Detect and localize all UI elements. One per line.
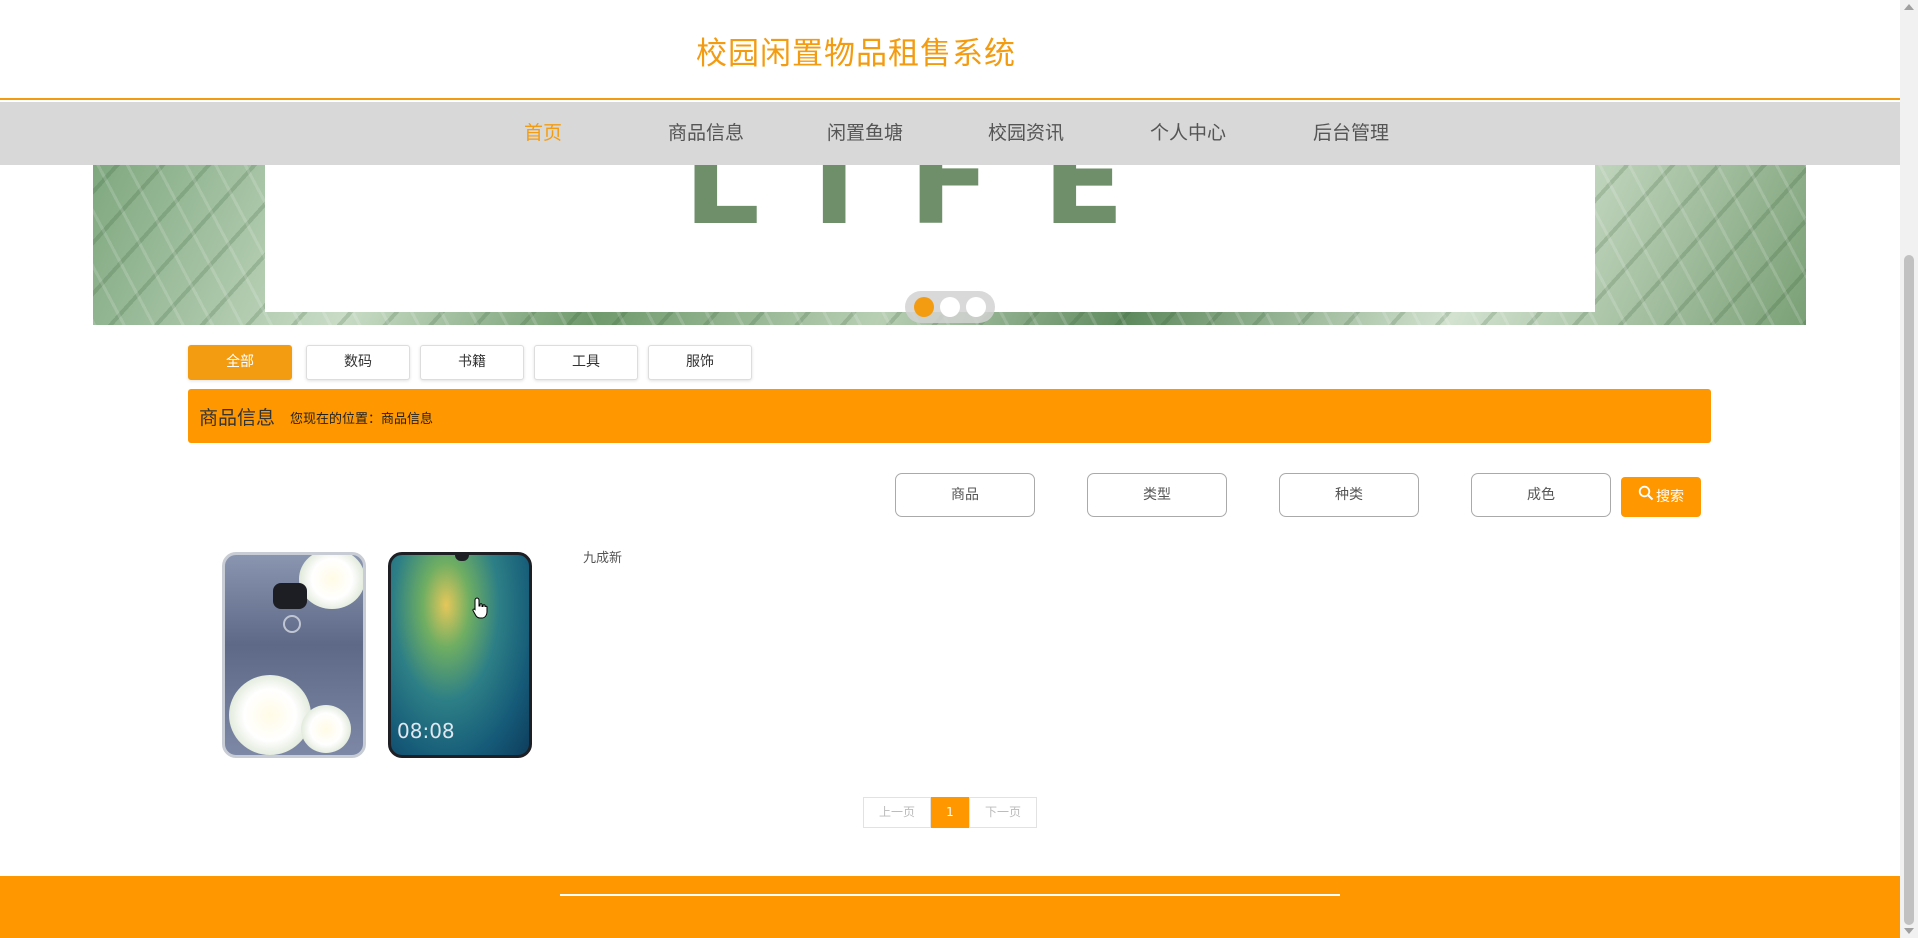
site-footer [0,876,1900,938]
category-all-button[interactable]: 全部 [188,345,292,380]
condition-filter-input[interactable] [1471,473,1611,517]
banner-dot-3[interactable] [966,297,986,317]
nav-item-personal-center[interactable]: 个人中心 [1150,102,1226,165]
search-button[interactable]: 搜索 [1621,477,1701,517]
banner-dot-1[interactable] [914,297,934,317]
flower-decoration [301,705,351,753]
product-image[interactable]: 08:08 [220,550,536,760]
phone-notch [455,555,469,561]
type-filter-input[interactable] [1087,473,1227,517]
banner-dot-2[interactable] [940,297,960,317]
scroll-thumb[interactable] [1904,255,1914,925]
camera-module [273,583,307,609]
info-bar: 商品信息 您现在的位置：商品信息 [188,389,1711,443]
main-nav: 首页 商品信息 闲置鱼塘 校园资讯 个人中心 后台管理 [0,102,1900,165]
category-tools-button[interactable]: 工具 [534,345,638,380]
flower-decoration [229,675,311,755]
nav-item-admin[interactable]: 后台管理 [1313,102,1389,165]
page-number-current[interactable]: 1 [931,797,969,828]
page: 校园闲置物品租售系统 首页 商品信息 闲置鱼塘 校园资讯 个人中心 后台管理 L… [0,0,1918,938]
banner-word: LIFE [683,165,1177,252]
scroll-down-icon[interactable] [1904,928,1914,934]
site-title: 校园闲置物品租售系统 [696,36,1016,72]
next-page-button[interactable]: 下一页 [969,797,1037,828]
nav-item-products[interactable]: 商品信息 [668,102,744,165]
search-button-label: 搜索 [1656,489,1684,505]
category-digital-button[interactable]: 数码 [306,345,410,380]
prev-page-button[interactable]: 上一页 [863,797,931,828]
kind-filter-input[interactable] [1279,473,1419,517]
fingerprint-sensor [283,615,301,633]
scroll-up-icon[interactable] [1904,4,1914,10]
banner-card: LIFE [265,165,1595,312]
phone-back-image [222,552,366,758]
phone-screen-time: 08:08 [397,719,455,743]
nav-item-home[interactable]: 首页 [524,102,562,165]
category-clothing-button[interactable]: 服饰 [648,345,752,380]
page-scrollbar[interactable] [1900,0,1918,938]
breadcrumb: 您现在的位置：商品信息 [290,412,434,427]
info-bar-title: 商品信息 [199,407,276,429]
site-header: 校园闲置物品租售系统 [0,0,1900,100]
footer-divider [560,894,1340,896]
nav-item-idle-pond[interactable]: 闲置鱼塘 [827,102,903,165]
banner-dots [905,291,995,323]
hand-cursor-icon [472,597,488,619]
phone-front-image: 08:08 [388,552,532,758]
search-icon [1638,477,1654,517]
flower-decoration [299,555,363,609]
product-filter-input[interactable] [895,473,1035,517]
product-condition: 九成新 [583,551,623,566]
nav-item-campus-news[interactable]: 校园资讯 [988,102,1064,165]
banner-carousel[interactable]: LIFE [93,165,1806,325]
category-books-button[interactable]: 书籍 [420,345,524,380]
